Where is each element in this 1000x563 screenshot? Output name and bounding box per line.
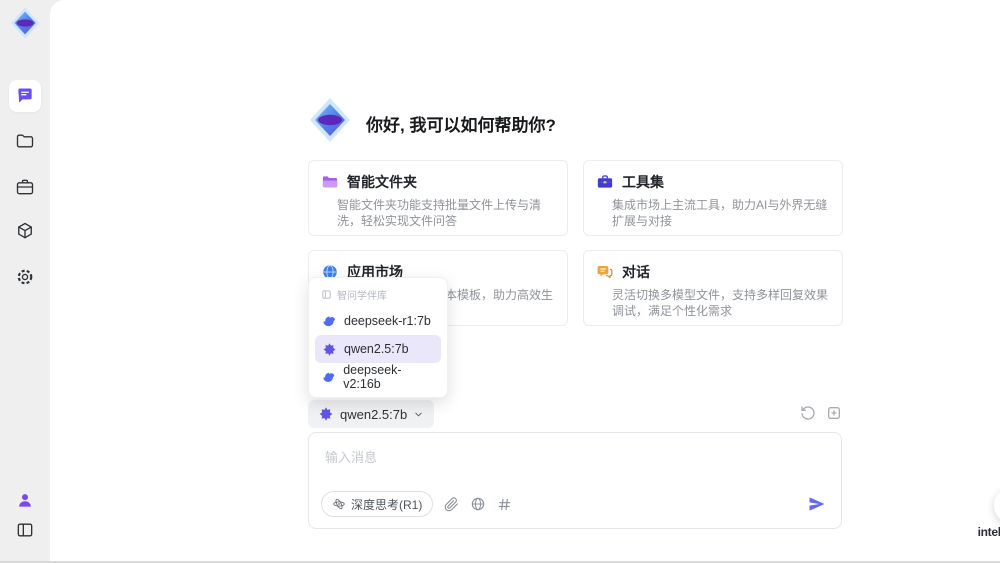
sidebar-item-account[interactable] (9, 484, 41, 516)
intel-core-badge: intel CORE ultra (972, 525, 1000, 547)
deep-think-label: 深度思考(R1) (351, 497, 423, 512)
card-description: 灵活切换多模型文件，支持多样回复效果调试，满足个性化需求 (612, 288, 829, 318)
card-title: 工具集 (622, 174, 664, 190)
model-option-deepseek-r1[interactable]: deepseek-r1:7b (315, 307, 441, 335)
main-panel: 你好, 我可以如何帮助你? 智能文件夹 智能文件夹功能支持批量文件上传与清洗，轻… (50, 0, 1000, 563)
composer-toolbar: 深度思考(R1) (321, 491, 512, 517)
chat-actions (800, 405, 842, 421)
panel-toggle-icon (17, 523, 33, 537)
sidebar-item-toolbox[interactable] (9, 171, 41, 203)
card-title: 智能文件夹 (347, 174, 417, 190)
model-option-label: deepseek-r1:7b (344, 314, 431, 328)
download-button[interactable] (994, 487, 1000, 524)
intel-brand-text: intel (977, 525, 1000, 539)
smart-folder-icon (322, 176, 338, 188)
sidebar-item-chat[interactable] (9, 80, 41, 112)
send-icon (809, 497, 825, 511)
deepseek-icon (323, 372, 335, 382)
model-selector-value: qwen2.5:7b (340, 406, 408, 422)
sidebar-item-models[interactable] (9, 215, 41, 247)
prompt-templates-icon[interactable] (497, 497, 512, 512)
greeting-logo (306, 96, 354, 144)
send-button[interactable] (805, 492, 829, 516)
app-logo-diamond-icon (10, 7, 40, 39)
sidebar (0, 0, 50, 563)
model-option-qwen[interactable]: qwen2.5:7b (315, 335, 441, 363)
cube-icon (18, 222, 32, 239)
qwen-icon (323, 342, 336, 356)
history-icon[interactable] (800, 405, 816, 421)
deep-think-toggle[interactable]: 深度思考(R1) (321, 491, 434, 517)
model-option-label: deepseek-v2:16b (343, 363, 402, 391)
sidebar-item-panel-toggle[interactable] (9, 514, 41, 546)
folder-icon (16, 134, 34, 148)
deepseek-icon (323, 316, 336, 326)
model-dropdown-header: 智问学伴库 (315, 284, 441, 307)
toolset-icon (597, 175, 613, 188)
card-description: 智能文件夹功能支持批量文件上传与清洗，轻松实现文件问答 (337, 198, 542, 228)
model-dropdown: 智问学伴库 deepseek-r1:7b qwen2.5:7b deepseek… (308, 277, 448, 398)
card-dialogue[interactable]: 对话 灵活切换多模型文件，支持多样回复效果调试，满足个性化需求 (583, 250, 843, 326)
card-title: 对话 (622, 264, 650, 280)
library-icon (322, 290, 331, 299)
gear-icon (17, 269, 33, 285)
model-selector-button[interactable]: qwen2.5:7b (308, 400, 435, 428)
greeting-title: 你好, 我可以如何帮助你? (366, 116, 556, 135)
chat-bubble-icon (18, 88, 32, 103)
card-smart-folder[interactable]: 智能文件夹 智能文件夹功能支持批量文件上传与清洗，轻松实现文件问答 (308, 160, 568, 236)
message-composer: 深度思考(R1) (308, 432, 842, 529)
web-search-icon[interactable] (470, 496, 486, 512)
briefcase-icon (16, 179, 34, 195)
app-logo (8, 6, 42, 40)
chevron-down-icon (415, 412, 422, 416)
user-icon (19, 494, 31, 507)
qwen-icon (319, 407, 333, 421)
app-window: 你好, 我可以如何帮助你? 智能文件夹 智能文件夹功能支持批量文件上传与清洗，轻… (0, 0, 1000, 563)
attachment-icon[interactable] (444, 496, 459, 512)
card-description: 集成市场上主流工具，助力AI与外界无缝扩展与对接 (612, 198, 828, 228)
atom-icon (333, 498, 345, 510)
card-toolset[interactable]: 工具集 集成市场上主流工具，助力AI与外界无缝扩展与对接 (583, 160, 843, 236)
new-chat-icon[interactable] (826, 405, 842, 421)
model-option-label: qwen2.5:7b (344, 342, 409, 356)
model-dropdown-header-label: 智问学伴库 (337, 291, 387, 302)
sidebar-item-folders[interactable] (9, 125, 41, 157)
model-option-deepseek-v2[interactable]: deepseek-v2:16b (315, 363, 441, 391)
dialogue-icon (597, 266, 613, 279)
app-logo-diamond-icon (310, 98, 350, 142)
intel-tier-text: ultra (972, 540, 1000, 547)
message-input[interactable] (323, 445, 827, 493)
sidebar-item-settings[interactable] (9, 261, 41, 293)
